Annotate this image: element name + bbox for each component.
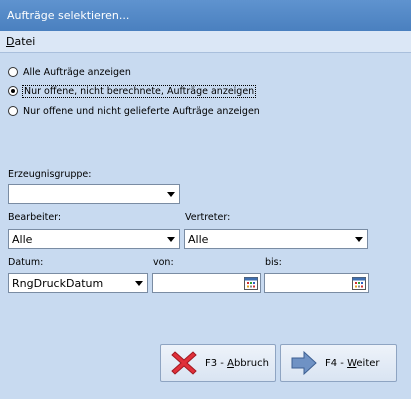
radio-open-not-delivered[interactable]: Nur offene und nicht gelieferte Aufträge… — [8, 104, 260, 118]
radio-open-not-billed-label: Nur offene, nicht berechnete, Aufträge a… — [21, 84, 257, 98]
window-title: Aufträge selektieren... — [7, 9, 130, 22]
calendar-icon[interactable] — [244, 276, 258, 290]
next-button-label: F4 - Weiter — [325, 357, 380, 369]
radio-button[interactable] — [8, 106, 18, 116]
representative-dropdown[interactable]: Alle — [184, 229, 368, 249]
chevron-down-icon[interactable] — [352, 231, 366, 247]
editor-dropdown[interactable]: Alle — [8, 229, 180, 249]
date-type-value: RngDruckDatum — [12, 277, 104, 290]
to-date-field[interactable] — [264, 273, 369, 293]
cancel-button-label: F3 - Abbruch — [205, 357, 269, 369]
window-titlebar: Aufträge selektieren... — [0, 0, 411, 31]
chevron-down-icon[interactable] — [164, 231, 178, 247]
calendar-icon[interactable] — [352, 276, 366, 290]
arrow-right-icon — [291, 350, 317, 376]
from-label: von: — [153, 257, 174, 268]
representative-value: Alle — [188, 233, 209, 246]
representative-label: Vertreter: — [185, 212, 231, 223]
menu-datei[interactable]: Datei — [6, 35, 35, 48]
radio-open-not-delivered-label: Nur offene und nicht gelieferte Aufträge… — [23, 105, 260, 117]
radio-all-orders-label: Alle Aufträge anzeigen — [23, 66, 131, 78]
menu-bar: Datei — [0, 31, 411, 53]
radio-all-orders[interactable]: Alle Aufträge anzeigen — [8, 65, 131, 79]
date-label: Datum: — [8, 257, 44, 268]
menu-datei-rest: atei — [14, 35, 36, 48]
product-group-label: Erzeugnisgruppe: — [8, 169, 92, 180]
radio-button[interactable] — [8, 86, 18, 96]
chevron-down-icon[interactable] — [132, 275, 146, 291]
radio-button[interactable] — [8, 67, 18, 77]
next-button[interactable]: F4 - Weiter — [280, 344, 397, 382]
date-type-dropdown[interactable]: RngDruckDatum — [8, 273, 148, 293]
chevron-down-icon[interactable] — [164, 186, 178, 202]
red-x-icon — [171, 351, 197, 375]
editor-value: Alle — [12, 233, 33, 246]
from-date-field[interactable] — [152, 273, 261, 293]
editor-label: Bearbeiter: — [8, 212, 62, 223]
cancel-button[interactable]: F3 - Abbruch — [160, 344, 276, 382]
radio-open-not-billed[interactable]: Nur offene, nicht berechnete, Aufträge a… — [8, 84, 257, 98]
to-label: bis: — [265, 257, 282, 268]
product-group-dropdown[interactable] — [8, 184, 180, 204]
